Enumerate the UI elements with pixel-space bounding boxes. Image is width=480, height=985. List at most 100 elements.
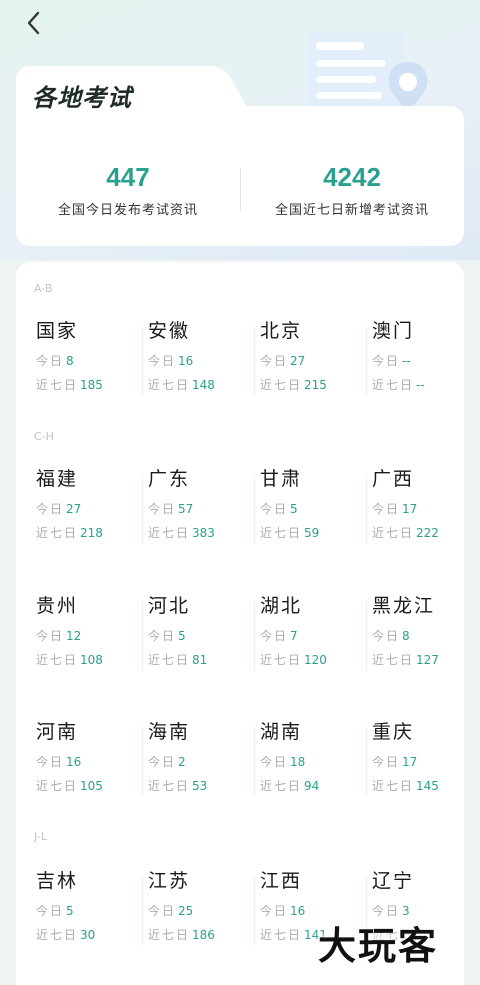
region-name: 北京	[260, 320, 303, 342]
stat-today: 447 全国今日发布考试资讯	[16, 162, 240, 218]
region-today-row: 今日 18	[260, 753, 305, 770]
region-today-row: 今日 17	[372, 500, 417, 517]
week-label: 近七日	[260, 378, 303, 392]
stat-divider	[240, 168, 241, 212]
today-count: 16	[178, 354, 194, 368]
today-count: 5	[290, 502, 298, 516]
week-count: 108	[80, 653, 103, 667]
summary-card: 各地考试 447 全国今日发布考试资讯 4242 全国近七日新增考试资讯	[16, 66, 464, 246]
region-today-row: 今日 8	[36, 352, 74, 369]
region-name: 河北	[148, 595, 191, 617]
back-button[interactable]	[22, 10, 48, 36]
region-week-row: 近七日 215	[260, 376, 327, 393]
today-count: 8	[402, 629, 410, 643]
region-today-row: 今日 2	[148, 753, 186, 770]
watermark-text: 大玩客	[318, 924, 439, 968]
region-item[interactable]: 河北 今日 5 近七日 81	[128, 591, 255, 691]
stat-week-value: 4242	[323, 162, 381, 192]
week-label: 近七日	[260, 526, 303, 540]
today-count: --	[402, 354, 411, 368]
today-label: 今日	[148, 904, 177, 918]
region-today-row: 今日 5	[36, 902, 74, 919]
region-week-row: 近七日 30	[36, 926, 95, 943]
today-label: 今日	[372, 354, 401, 368]
region-today-row: 今日 7	[260, 627, 298, 644]
region-item[interactable]: 广东 今日 57 近七日 383	[128, 464, 255, 564]
stat-today-value: 447	[106, 162, 150, 192]
region-week-row: 近七日 383	[148, 524, 215, 541]
region-week-row: 近七日 81	[148, 651, 207, 668]
region-item[interactable]: 广西 今日 17 近七日 222	[352, 464, 464, 564]
chevron-left-icon	[27, 11, 40, 35]
region-today-row: 今日 5	[260, 500, 298, 517]
week-label: 近七日	[260, 928, 303, 942]
region-name: 安徽	[148, 320, 191, 342]
today-count: 17	[402, 755, 418, 769]
region-week-row: 近七日 94	[260, 777, 319, 794]
region-item[interactable]: 重庆 今日 17 近七日 145	[352, 717, 464, 817]
today-label: 今日	[36, 354, 65, 368]
region-item[interactable]: 甘肃 今日 5 近七日 59	[240, 464, 367, 564]
region-item[interactable]: 吉林 今日 5 近七日 30	[16, 866, 143, 966]
region-name: 江苏	[148, 870, 191, 892]
today-label: 今日	[372, 755, 401, 769]
region-week-row: 近七日 186	[148, 926, 215, 943]
region-item[interactable]: 国家 今日 8 近七日 185	[16, 316, 143, 416]
region-today-row: 今日 8	[372, 627, 410, 644]
week-label: 近七日	[260, 653, 303, 667]
week-count: 30	[80, 928, 96, 942]
region-week-row: 近七日 141	[260, 926, 327, 943]
week-label: 近七日	[260, 779, 303, 793]
region-name: 澳门	[372, 320, 415, 342]
group-label: J-L	[34, 830, 47, 843]
stat-week-label: 全国近七日新增考试资讯	[274, 203, 429, 218]
region-name: 重庆	[372, 721, 415, 743]
region-item[interactable]: 海南 今日 2 近七日 53	[128, 717, 255, 817]
region-item[interactable]: 福建 今日 27 近七日 218	[16, 464, 143, 564]
today-count: 18	[290, 755, 306, 769]
region-today-row: 今日 16	[148, 352, 193, 369]
today-count: 16	[66, 755, 82, 769]
today-label: 今日	[148, 354, 177, 368]
region-item[interactable]: 安徽 今日 16 近七日 148	[128, 316, 255, 416]
today-count: 12	[66, 629, 82, 643]
week-count: 185	[80, 378, 103, 392]
today-label: 今日	[372, 629, 401, 643]
today-label: 今日	[148, 629, 177, 643]
region-today-row: 今日 25	[148, 902, 193, 919]
week-count: 186	[192, 928, 215, 942]
week-count: 383	[192, 526, 215, 540]
week-label: 近七日	[36, 526, 79, 540]
week-label: 近七日	[36, 378, 79, 392]
region-item[interactable]: 澳门 今日 -- 近七日 --	[352, 316, 464, 416]
region-week-row: 近七日 108	[36, 651, 103, 668]
region-name: 黑龙江	[372, 595, 436, 617]
today-label: 今日	[36, 755, 65, 769]
week-count: 120	[304, 653, 327, 667]
region-item[interactable]: 湖南 今日 18 近七日 94	[240, 717, 367, 817]
region-item[interactable]: 江苏今日 25 近七日 186	[128, 866, 255, 966]
region-item[interactable]: 河南 今日 16 近七日 105	[16, 717, 143, 817]
group-label: A-B	[34, 282, 53, 295]
week-count: 127	[416, 653, 439, 667]
week-label: 近七日	[148, 928, 191, 942]
today-label: 今日	[148, 502, 177, 516]
region-name: 江西	[260, 870, 303, 892]
region-name: 广西	[372, 468, 415, 490]
region-item[interactable]: 黑龙江 今日 8 近七日 127	[352, 591, 464, 691]
region-today-row: 今日 57	[148, 500, 193, 517]
region-week-row: 近七日 185	[36, 376, 103, 393]
region-item[interactable]: 北京 今日 27 近七日 215	[240, 316, 367, 416]
week-count: 215	[304, 378, 327, 392]
region-item[interactable]: 湖北 今日 7 近七日 120	[240, 591, 367, 691]
region-today-row: 今日 --	[372, 352, 411, 369]
region-name: 贵州	[36, 595, 79, 617]
region-item[interactable]: 贵州 今日 12 近七日 108	[16, 591, 143, 691]
today-count: 57	[178, 502, 194, 516]
region-name: 辽宁	[372, 870, 415, 892]
week-label: 近七日	[36, 653, 79, 667]
today-count: 25	[178, 904, 194, 918]
group-label: C-H	[34, 430, 54, 443]
today-label: 今日	[36, 502, 65, 516]
region-name: 海南	[148, 721, 191, 743]
